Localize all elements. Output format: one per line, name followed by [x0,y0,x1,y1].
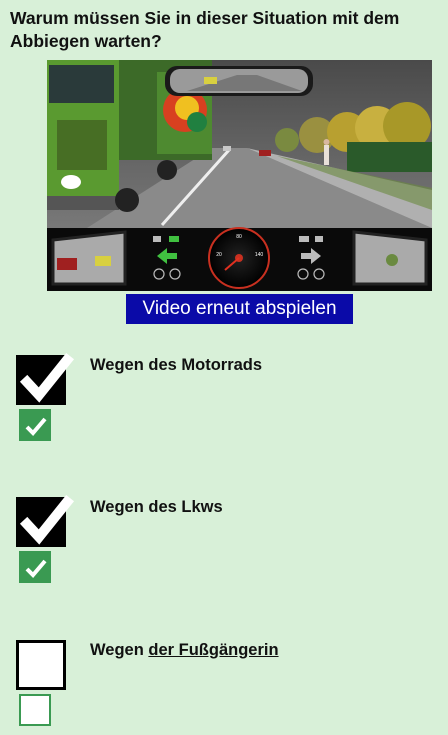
verify-checkbox[interactable] [19,409,51,441]
video-player[interactable]: 80 20 140 [47,60,432,291]
verify-checkbox[interactable] [19,694,51,726]
svg-text:20: 20 [216,252,222,258]
answer-label[interactable]: Wegen der Fußgängerin [90,641,279,660]
verify-checkbox[interactable] [19,551,51,583]
checkmark-icon [19,352,75,403]
answer-label[interactable]: Wegen des Lkws [90,498,223,517]
checkmark-icon [19,494,75,545]
answer-checkbox[interactable] [16,494,75,547]
answer-text: Wegen des Lkws [90,498,223,516]
driving-scene-illustration: 80 20 140 [47,60,432,291]
answer-text: Wegen des Motorrads [90,356,263,374]
answer-label[interactable]: Wegen des Motorrads [90,356,262,375]
checkmark-icon [25,559,47,578]
answer-checkbox[interactable] [16,352,75,405]
svg-text:140: 140 [255,252,264,258]
svg-text:80: 80 [236,234,242,240]
replay-video-button[interactable]: Video erneut abspielen [126,294,353,324]
checkmark-icon [25,417,47,436]
answer-text: Wegen [90,641,149,659]
answer-checkbox[interactable] [16,640,66,690]
question-text: Warum müssen Sie in dieser Situation mit… [10,8,400,51]
answer-link-text[interactable]: der Fußgängerin [148,641,278,659]
